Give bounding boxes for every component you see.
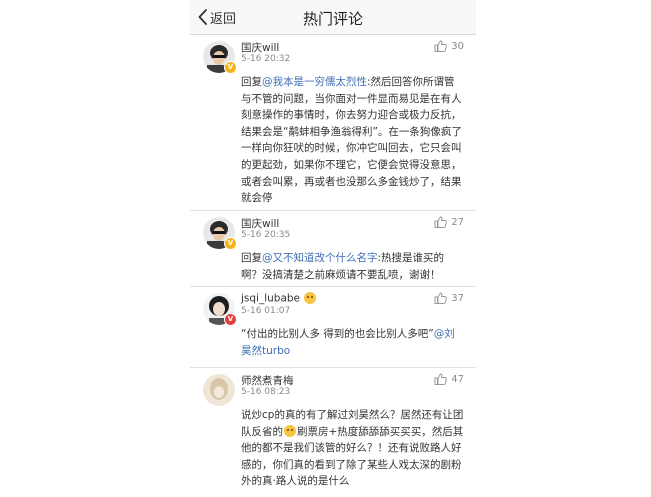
- like-count: 30: [451, 40, 464, 52]
- reply-prefix: 回复: [241, 252, 262, 264]
- timestamp: 5-16 01:07: [241, 306, 291, 316]
- navigation-bar: 返回 热门评论: [190, 0, 476, 35]
- username[interactable]: 国庆will: [241, 216, 279, 231]
- like-button[interactable]: 37: [434, 292, 464, 304]
- avatar[interactable]: V: [203, 41, 237, 74]
- comment-item: V 国庆will 5-16 20:32 30 回复@我本是一穷儒太烈性:然后回答…: [190, 35, 476, 211]
- avatar[interactable]: V: [203, 217, 237, 250]
- app-screen: 返回 热门评论 V 国庆will 5-16 20:32 30 回复@我本是一穷儒…: [190, 0, 476, 497]
- reply-prefix: 回复: [241, 76, 262, 88]
- timestamp: 5-16 20:32: [241, 54, 291, 64]
- page-title: 热门评论: [302, 10, 363, 28]
- smile-emoji-icon: [284, 424, 296, 437]
- thumbs-up-icon: [434, 292, 448, 304]
- vip-badge-icon: V: [224, 313, 237, 326]
- username[interactable]: 师然煮青梅: [241, 373, 294, 388]
- comment-text: 回复@我本是一穷儒太烈性:然后回答你所谓管与不管的问题，当你面对一件显而易见是在…: [241, 74, 464, 207]
- like-button[interactable]: 27: [434, 216, 464, 228]
- comment-body: :然后回答你所谓管与不管的问题，当你面对一件显而易见是在有人刻意操作的事情时，你…: [241, 76, 462, 205]
- timestamp: 5-16 20:35: [241, 230, 291, 240]
- like-button[interactable]: 47: [434, 373, 464, 385]
- like-count: 47: [451, 373, 464, 385]
- like-button[interactable]: 30: [434, 40, 464, 52]
- thumbs-up-icon: [434, 216, 448, 228]
- thumbs-up-icon: [434, 40, 448, 52]
- comment-text: 说炒cp的真的有了解过刘昊然么？居然还有让团队反省的 刷票房+热度舔舔舔买买买，然…: [241, 407, 464, 490]
- like-count: 37: [451, 292, 464, 304]
- username[interactable]: jsqi_lubabe: [241, 293, 300, 305]
- avatar[interactable]: V: [203, 293, 237, 326]
- comment-item: 师然煮青梅 5-16 08:23 47 说炒cp的真的有了解过刘昊然么？居然还有…: [190, 368, 476, 497]
- verified-badge-icon: V: [224, 61, 237, 74]
- comment-item: V 国庆will 5-16 20:35 27 回复@又不知道改个什么名字:热搜是…: [190, 211, 476, 287]
- mention-link[interactable]: @又不知道改个什么名字: [262, 252, 378, 264]
- comment-text: “付出的比别人多 得到的也会比别人多吧”@刘昊然turbo: [241, 326, 464, 359]
- comment-item: V jsqi_lubabe 5-16 01:07 37 “付出的比别人多 得到的…: [190, 287, 476, 368]
- avatar[interactable]: [203, 374, 235, 406]
- face-emoji-icon: [303, 292, 317, 305]
- comment-body: “付出的比别人多 得到的也会比别人多吧”: [241, 328, 434, 340]
- timestamp: 5-16 08:23: [241, 387, 291, 397]
- like-count: 27: [451, 216, 464, 228]
- comment-list: V 国庆will 5-16 20:32 30 回复@我本是一穷儒太烈性:然后回答…: [190, 35, 476, 497]
- thumbs-up-icon: [434, 373, 448, 385]
- verified-badge-icon: V: [224, 237, 237, 250]
- username[interactable]: 国庆will: [241, 40, 279, 55]
- comment-text: 回复@又不知道改个什么名字:热搜是谁买的啊？没搞清楚之前麻烦请不要乱喷，谢谢！: [241, 250, 464, 283]
- mention-link[interactable]: @我本是一穷儒太烈性: [262, 76, 367, 88]
- username-row: jsqi_lubabe: [241, 292, 317, 305]
